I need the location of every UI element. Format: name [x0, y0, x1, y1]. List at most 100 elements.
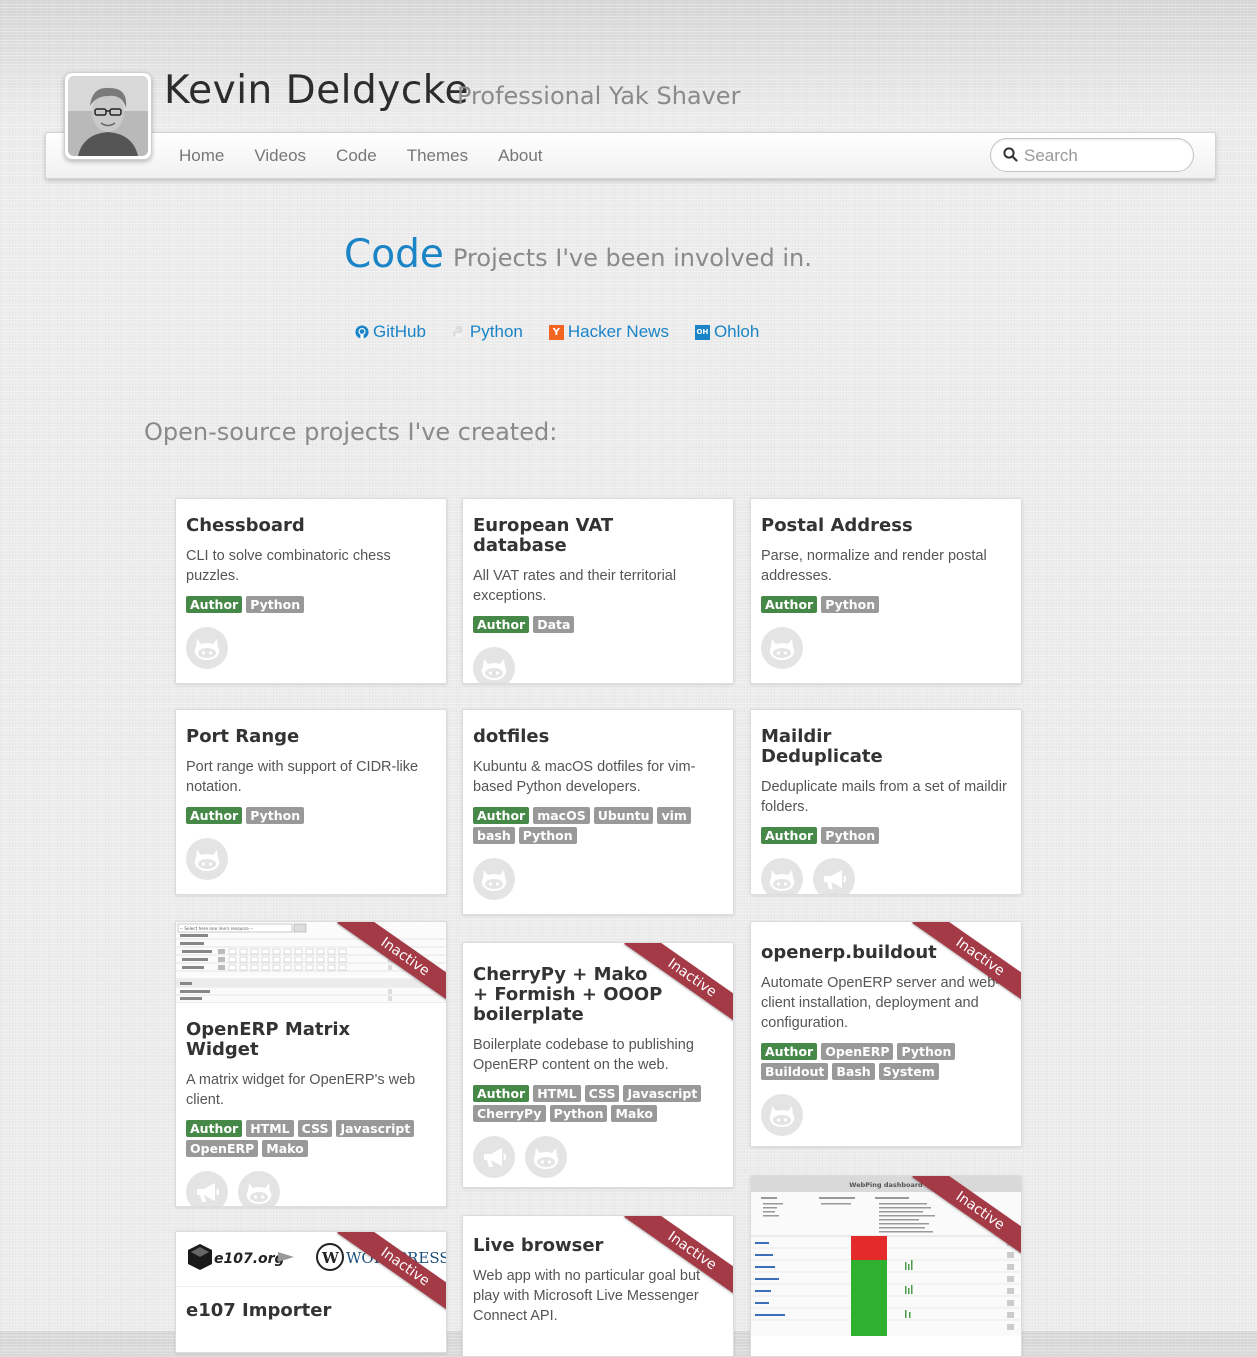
project-description: Port range with support of CIDR-like not…	[186, 759, 419, 795]
project-card: European VAT database All VAT rates and …	[462, 498, 734, 684]
project-card: Inactive CherryPy + Mako + Formish + OOO…	[462, 942, 734, 1188]
announcement-button[interactable]	[186, 1171, 228, 1206]
project-title[interactable]: Postal Address	[761, 516, 1011, 536]
project-card: Chessboard CLI to solve combinatoric che…	[175, 498, 447, 684]
nav-code[interactable]: Code	[336, 146, 377, 166]
project-card: WebPing dashboard Inactive	[750, 1175, 1022, 1357]
nav-themes[interactable]: Themes	[407, 146, 468, 166]
project-title[interactable]: European VAT database	[473, 516, 723, 556]
python-link[interactable]: Python	[452, 322, 523, 342]
nav-about[interactable]: About	[498, 146, 542, 166]
nav-videos[interactable]: Videos	[254, 146, 306, 166]
project-description: All VAT rates and their territorial exce…	[473, 568, 677, 604]
project-title[interactable]: Maildir Deduplicate	[761, 727, 1011, 767]
hacker-news-link[interactable]: Y Hacker News	[548, 322, 669, 342]
inactive-ribbon: Inactive	[911, 922, 1021, 1032]
inactive-ribbon-label: Inactive	[912, 1176, 1021, 1264]
project-title[interactable]: Chessboard	[186, 516, 436, 536]
github-octocat-icon	[481, 659, 507, 680]
search-input[interactable]	[1022, 143, 1186, 169]
tag: macOS	[533, 807, 590, 824]
github-octocat-icon	[194, 639, 220, 660]
github-octocat-icon	[769, 639, 795, 660]
avatar[interactable]	[64, 72, 152, 160]
project-card: Inactive openerp.buildout Automate OpenE…	[750, 921, 1022, 1147]
github-repo-button[interactable]	[761, 858, 803, 894]
project-description: CLI to solve combinatoric chess puzzles.	[186, 548, 391, 584]
tag-author: Author	[761, 827, 818, 844]
tag: Javascript	[336, 1120, 415, 1137]
project-description: Deduplicate mails from a set of maildir …	[761, 779, 1007, 815]
tag: Mako	[611, 1105, 657, 1122]
github-link[interactable]: GitHub	[355, 322, 426, 342]
inactive-ribbon: Inactive	[336, 922, 446, 1032]
github-repo-button[interactable]	[186, 838, 228, 880]
github-octocat-icon	[769, 870, 795, 891]
ohloh-link[interactable]: OH Ohloh	[694, 322, 760, 342]
project-tags: Author HTML CSS Javascript OpenERP Mako	[186, 1120, 436, 1157]
tag: CherryPy	[473, 1105, 546, 1122]
tag: Python	[821, 596, 880, 613]
main-nav: Home Videos Code Themes About	[179, 146, 543, 166]
e107-logo-text: e107.org	[214, 1251, 285, 1267]
tag: Python	[821, 827, 880, 844]
tag: System	[878, 1063, 939, 1080]
tag: Python	[549, 1105, 608, 1122]
tag-author: Author	[761, 596, 818, 613]
project-card: Port Range Port range with support of CI…	[175, 709, 447, 895]
project-card: Maildir Deduplicate Deduplicate mails fr…	[750, 709, 1022, 895]
tag: HTML	[246, 1120, 294, 1137]
github-repo-button[interactable]	[761, 627, 803, 669]
site-tagline: Professional Yak Shaver	[457, 82, 741, 110]
tag: Data	[533, 616, 575, 633]
project-tags: Author Python	[761, 827, 1011, 844]
project-card: Postal Address Parse, normalize and rend…	[750, 498, 1022, 684]
project-tags: Author Python	[186, 807, 436, 824]
site-name[interactable]: Kevin Deldycke	[164, 68, 469, 113]
github-octocat-icon	[769, 1106, 795, 1127]
project-title[interactable]: dotfiles	[473, 727, 723, 747]
tag: Ubuntu	[593, 807, 654, 824]
nav-home[interactable]: Home	[179, 146, 224, 166]
page-title: Code	[344, 232, 444, 277]
tag: Python	[246, 807, 305, 824]
github-octocat-icon	[246, 1183, 272, 1204]
announcement-button[interactable]	[813, 858, 855, 894]
tag-author: Author	[761, 1043, 818, 1060]
ohloh-link-label: Ohloh	[713, 322, 760, 341]
python-icon	[452, 325, 466, 339]
github-octocat-icon	[533, 1148, 559, 1169]
project-card: e107.org W WORDPRESS Inactive e107 Impor…	[175, 1231, 447, 1353]
github-repo-button[interactable]	[761, 1094, 803, 1136]
project-tags: Author Data	[473, 616, 723, 633]
tag-author: Author	[473, 807, 530, 824]
github-repo-button[interactable]	[473, 647, 515, 683]
inactive-ribbon-label: Inactive	[624, 943, 733, 1031]
tag: HTML	[533, 1085, 581, 1102]
tag-author: Author	[186, 807, 243, 824]
megaphone-icon	[824, 870, 846, 889]
announcement-button[interactable]	[473, 1136, 515, 1178]
project-tags: Author macOS Ubuntu vim bash Python	[473, 807, 723, 844]
megaphone-icon	[197, 1183, 219, 1202]
python-link-label: Python	[469, 322, 523, 341]
inactive-ribbon-label: Inactive	[337, 1232, 446, 1320]
github-repo-button[interactable]	[525, 1136, 567, 1178]
project-description: A matrix widget for OpenERP's web client…	[186, 1072, 416, 1108]
megaphone-icon	[484, 1148, 506, 1167]
tag: OpenERP	[186, 1140, 259, 1157]
tag: Python	[897, 1043, 956, 1060]
project-title[interactable]: Port Range	[186, 727, 436, 747]
tag: bash	[473, 827, 515, 844]
tag: Buildout	[761, 1063, 829, 1080]
github-repo-button[interactable]	[238, 1171, 280, 1206]
tag-author: Author	[473, 1085, 530, 1102]
github-repo-button[interactable]	[473, 858, 515, 900]
tag: vim	[657, 807, 691, 824]
tag: Python	[246, 596, 305, 613]
project-card: Inactive Live browser Web app with no pa…	[462, 1215, 734, 1357]
github-repo-button[interactable]	[186, 627, 228, 669]
project-tags: Author Python	[761, 596, 1011, 613]
tag-author: Author	[473, 616, 530, 633]
page-subtitle: Projects I've been involved in.	[453, 244, 812, 272]
